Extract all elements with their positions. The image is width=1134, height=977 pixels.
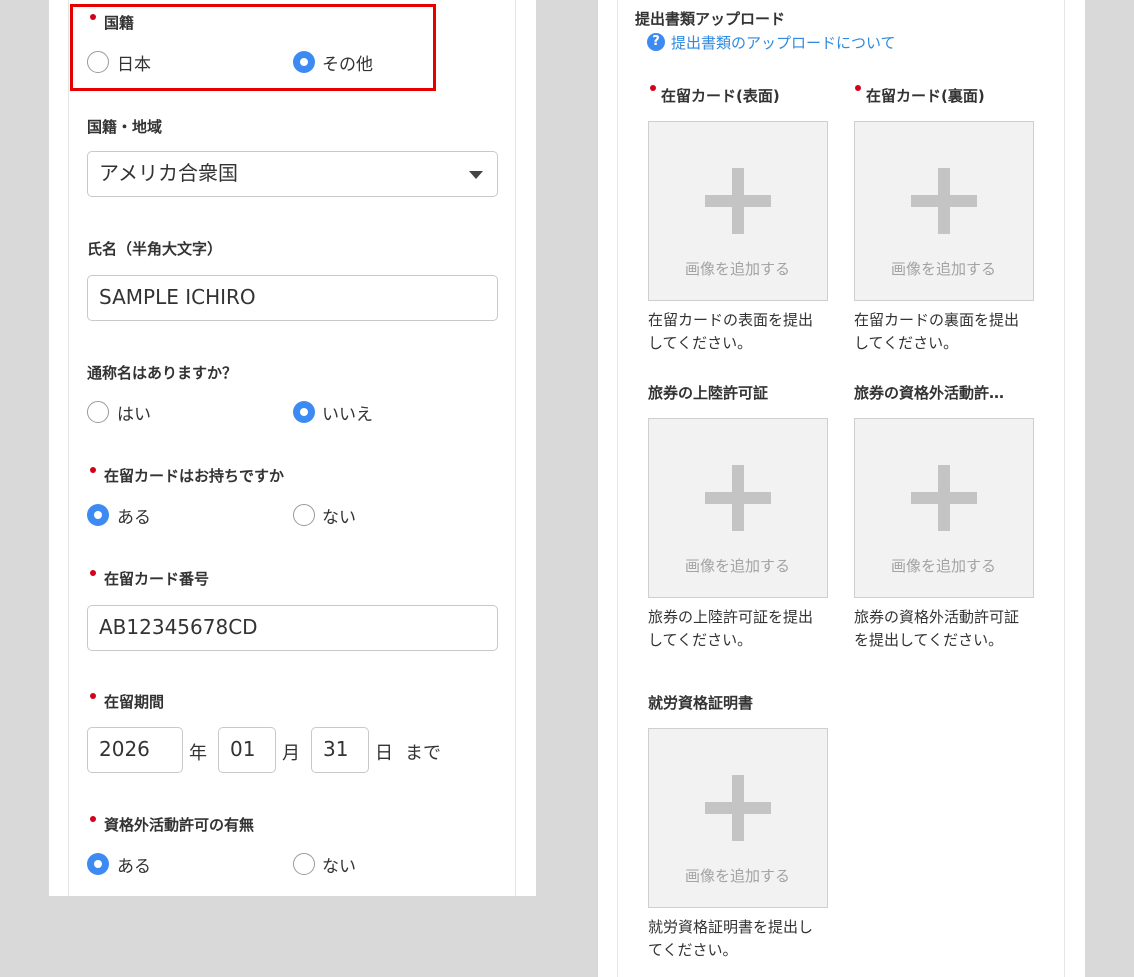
panel-border-right: [515, 0, 516, 896]
caption-line: 旅券の上陸許可証を提出: [648, 608, 814, 626]
plus-icon-bar: [911, 492, 977, 504]
upload-box-card-front[interactable]: 画像を追加する: [648, 121, 828, 301]
plus-icon-bar: [705, 195, 771, 207]
add-image-text: 画像を追加する: [684, 867, 790, 885]
has-card-option-no: ない: [322, 508, 356, 528]
nationality-option-other: その他: [322, 55, 373, 75]
plus-icon-bar: [911, 195, 977, 207]
period-year-value: 2026: [99, 737, 150, 761]
has-card-radio-yes[interactable]: [87, 504, 109, 526]
name-input[interactable]: SAMPLE ICHIRO: [87, 275, 498, 321]
upload-title-card-front: 在留カード(表面): [661, 87, 780, 105]
required-marker: [90, 570, 96, 576]
work-permit-label: 資格外活動許可の有無: [104, 816, 255, 834]
card-number-value: AB12345678CD: [99, 615, 258, 639]
period-year-input[interactable]: 2026: [87, 727, 183, 773]
has-card-label: 在留カードはお持ちですか: [104, 467, 285, 485]
upload-caption-landing-permit: 旅券の上陸許可証を提出 してください。: [648, 606, 828, 652]
upload-box-landing-permit[interactable]: 画像を追加する: [648, 418, 828, 598]
help-icon[interactable]: ?: [647, 33, 665, 51]
name-label: 氏名（半角大文字）: [87, 240, 223, 258]
day-unit: 日: [375, 743, 393, 764]
period-day-value: 31: [323, 737, 349, 761]
upload-caption-card-back: 在留カードの裏面を提出 してください。: [854, 309, 1034, 355]
alias-option-yes: はい: [117, 405, 151, 425]
alias-option-no: いいえ: [322, 405, 373, 425]
add-image-text: 画像を追加する: [684, 557, 790, 575]
panel-border-left: [617, 0, 618, 977]
nationality-option-japan: 日本: [117, 55, 151, 75]
upload-box-card-back[interactable]: 画像を追加する: [854, 121, 1034, 301]
panel-border-left: [68, 0, 69, 896]
period-month-input[interactable]: 01: [218, 727, 276, 773]
required-marker: [90, 816, 96, 822]
upload-help-link[interactable]: 提出書類のアップロードについて: [671, 32, 896, 53]
month-unit: 月: [282, 743, 300, 764]
has-card-option-yes: ある: [117, 508, 151, 528]
caption-line: してください。: [648, 631, 753, 649]
nationality-label: 国籍: [104, 14, 135, 32]
required-marker: [90, 693, 96, 699]
upload-title-card-back: 在留カード(裏面): [866, 87, 985, 105]
work-permit-option-no: ない: [322, 857, 356, 877]
upload-heading: 提出書類アップロード: [635, 10, 786, 28]
upload-caption-employment-cert: 就労資格証明書を提出し てください。: [648, 916, 828, 962]
upload-caption-card-front: 在留カードの表面を提出 してください。: [648, 309, 828, 355]
until-suffix: まで: [405, 743, 441, 764]
caption-line: てください。: [648, 941, 738, 959]
caption-line: を提出してください。: [854, 631, 1004, 649]
has-card-radio-no[interactable]: [293, 504, 315, 526]
upload-title-landing-permit: 旅券の上陸許可証: [648, 384, 769, 402]
upload-title-employment-cert: 就労資格証明書: [648, 694, 754, 712]
work-permit-radio-no[interactable]: [293, 853, 315, 875]
alias-radio-no[interactable]: [293, 401, 315, 423]
card-number-label: 在留カード番号: [104, 570, 210, 588]
upload-box-work-permit[interactable]: 画像を追加する: [854, 418, 1034, 598]
work-permit-option-yes: ある: [117, 857, 151, 877]
caption-line: してください。: [648, 334, 753, 352]
caption-line: 就労資格証明書を提出し: [648, 918, 814, 936]
add-image-text: 画像を追加する: [890, 557, 996, 575]
plus-icon-bar: [705, 492, 771, 504]
required-marker: [855, 85, 861, 91]
caption-line: 旅券の資格外活動許可証: [854, 608, 1020, 626]
nationality-radio-other[interactable]: [293, 51, 315, 73]
panel-border-right: [1064, 0, 1065, 977]
period-day-input[interactable]: 31: [311, 727, 369, 773]
year-unit: 年: [189, 743, 207, 764]
alias-radio-yes[interactable]: [87, 401, 109, 423]
add-image-text: 画像を追加する: [890, 260, 996, 278]
required-marker: [650, 85, 656, 91]
period-month-value: 01: [230, 737, 256, 761]
caption-line: 在留カードの裏面を提出: [854, 311, 1020, 329]
caption-line: してください。: [854, 334, 959, 352]
card-number-input[interactable]: AB12345678CD: [87, 605, 498, 651]
upload-box-employment-cert[interactable]: 画像を追加する: [648, 728, 828, 908]
period-label: 在留期間: [104, 693, 165, 711]
region-select[interactable]: アメリカ合衆国: [87, 151, 498, 197]
upload-caption-work-permit: 旅券の資格外活動許可証 を提出してください。: [854, 606, 1034, 652]
name-input-value: SAMPLE ICHIRO: [99, 285, 256, 309]
work-permit-radio-yes[interactable]: [87, 853, 109, 875]
required-marker: [90, 467, 96, 473]
add-image-text: 画像を追加する: [684, 260, 790, 278]
chevron-down-icon: [469, 171, 483, 179]
plus-icon-bar: [705, 802, 771, 814]
alias-label: 通称名はありますか？: [87, 364, 238, 382]
required-marker: [90, 14, 96, 20]
region-select-value: アメリカ合衆国: [99, 161, 238, 185]
caption-line: 在留カードの表面を提出: [648, 311, 814, 329]
upload-title-work-permit: 旅券の資格外活動許…: [854, 384, 1005, 402]
nationality-radio-japan[interactable]: [87, 51, 109, 73]
region-label: 国籍・地域: [87, 118, 163, 136]
